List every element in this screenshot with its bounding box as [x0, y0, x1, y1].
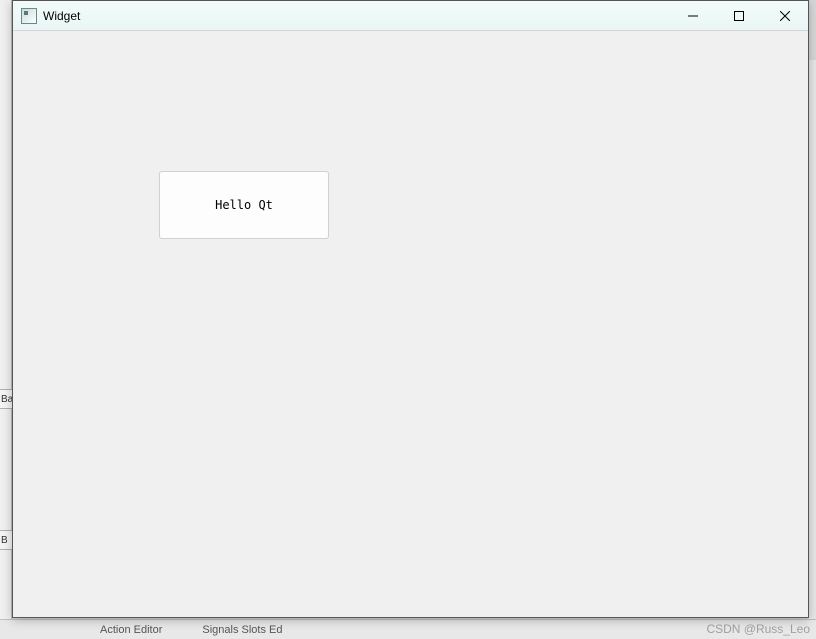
app-icon — [21, 8, 37, 24]
backdrop-bottom-text-1: Action Editor — [100, 624, 162, 636]
backdrop-bottom-bar: Action Editor Signals Slots Ed — [0, 619, 816, 639]
close-button[interactable] — [762, 1, 808, 31]
client-area: Hello Qt — [13, 31, 808, 617]
backdrop-left-cell-2: B — [0, 530, 12, 550]
maximize-icon — [734, 11, 744, 21]
window-title: Widget — [43, 9, 80, 23]
minimize-button[interactable] — [670, 1, 716, 31]
hello-button[interactable]: Hello Qt — [159, 171, 329, 239]
app-window: Widget Hello Qt — [12, 0, 809, 618]
backdrop-bottom-text-2: Signals Slots Ed — [202, 624, 282, 636]
maximize-button[interactable] — [716, 1, 762, 31]
window-controls — [670, 1, 808, 30]
backdrop-left-strip — [0, 0, 12, 620]
titlebar[interactable]: Widget — [13, 1, 808, 31]
close-icon — [780, 11, 790, 21]
backdrop-left-cell-1: Ba — [0, 389, 12, 409]
minimize-icon — [688, 11, 698, 21]
